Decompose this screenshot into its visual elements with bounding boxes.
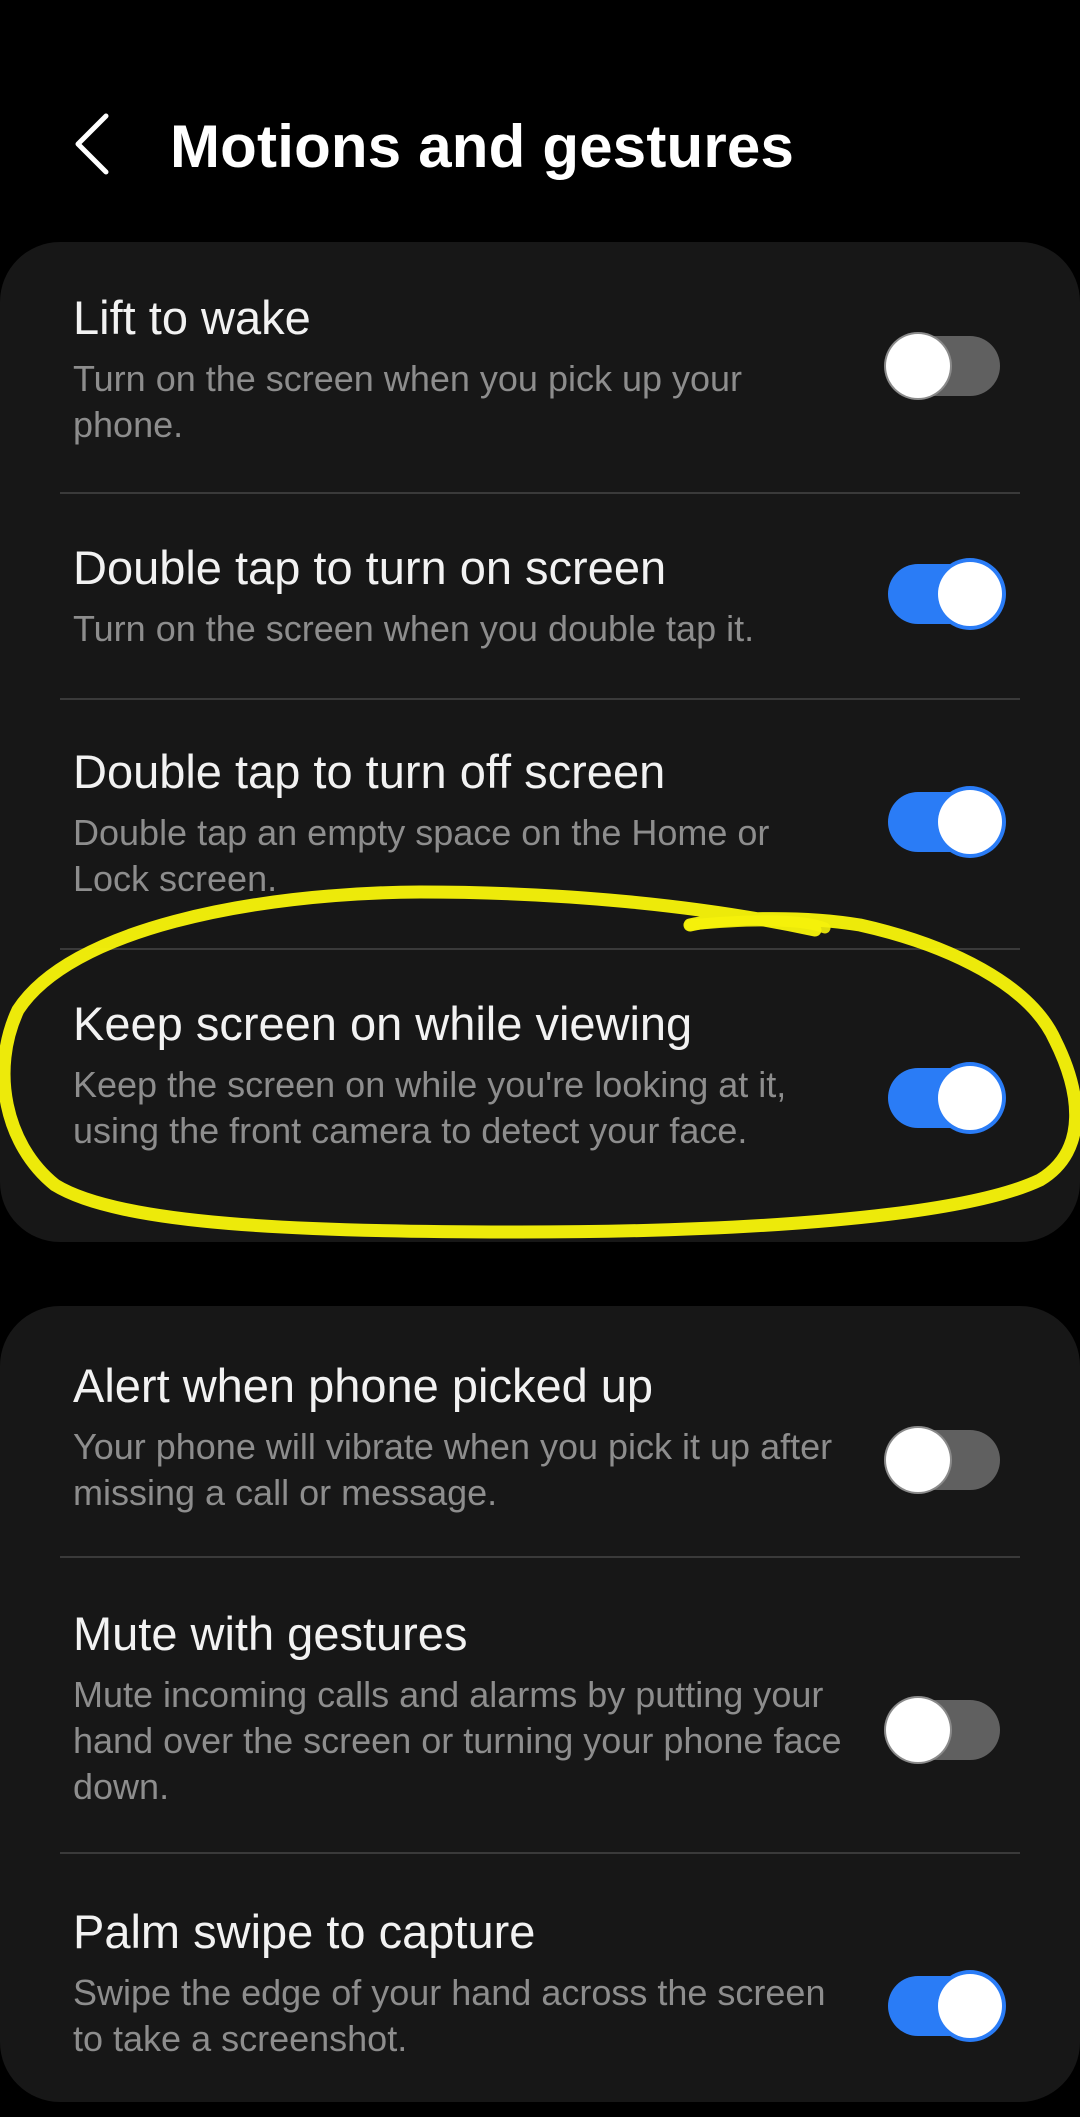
setting-row-alert-picked-up[interactable]: Alert when phone picked up Your phone wi… [0,1306,1080,1556]
setting-description: Your phone will vibrate when you pick it… [73,1426,833,1513]
setting-title: Double tap to turn on screen [73,541,667,594]
setting-row-mute-with-gestures[interactable]: Mute with gestures Mute incoming calls a… [0,1558,1080,1852]
toggle-knob [886,334,950,398]
toggle-knob [938,1066,1002,1130]
alert-picked-up-toggle[interactable] [886,1428,1000,1492]
toggle-knob [938,1974,1002,2038]
mute-with-gestures-toggle[interactable] [886,1698,1000,1762]
setting-title: Keep screen on while viewing [73,997,693,1050]
setting-row-lift-to-wake[interactable]: Lift to wake Turn on the screen when you… [0,242,1080,492]
chevron-left-icon [75,113,109,175]
settings-group-1: Lift to wake Turn on the screen when you… [0,242,1080,1242]
setting-title: Double tap to turn off screen [73,745,666,798]
setting-row-palm-swipe[interactable]: Palm swipe to capture Swipe the edge of … [0,1854,1080,2102]
setting-title: Alert when phone picked up [73,1359,654,1412]
toggle-knob [886,1698,950,1762]
setting-description: Turn on the screen when you pick up your… [73,358,743,445]
app-bar: Motions and gestures [0,90,1080,200]
setting-row-double-tap-off[interactable]: Double tap to turn off screen Double tap… [0,700,1080,948]
toggle-knob [938,562,1002,626]
lift-to-wake-toggle[interactable] [886,334,1000,398]
setting-row-double-tap-on[interactable]: Double tap to turn on screen Turn on the… [0,494,1080,698]
setting-row-keep-screen-on[interactable]: Keep screen on while viewing Keep the sc… [0,950,1080,1242]
palm-swipe-toggle[interactable] [888,1974,1002,2038]
setting-title: Palm swipe to capture [73,1905,536,1958]
setting-description: Keep the screen on while you're looking … [73,1064,787,1151]
setting-description: Swipe the edge of your hand across the s… [73,1972,826,2059]
settings-screen: Motions and gestures Lift to wake Turn o… [0,0,1080,2117]
double-tap-off-toggle[interactable] [888,790,1002,854]
setting-title: Lift to wake [73,291,311,344]
double-tap-on-toggle[interactable] [888,562,1002,626]
keep-screen-on-toggle[interactable] [888,1066,1002,1130]
back-button[interactable] [62,108,122,180]
page-title: Motions and gestures [170,113,795,180]
toggle-knob [886,1428,950,1492]
toggle-knob [938,790,1002,854]
setting-title: Mute with gestures [73,1607,468,1660]
setting-description: Double tap an empty space on the Home or… [73,812,770,899]
settings-group-2: Alert when phone picked up Your phone wi… [0,1306,1080,2102]
setting-description: Turn on the screen when you double tap i… [73,608,755,649]
setting-description: Mute incoming calls and alarms by puttin… [73,1674,842,1807]
